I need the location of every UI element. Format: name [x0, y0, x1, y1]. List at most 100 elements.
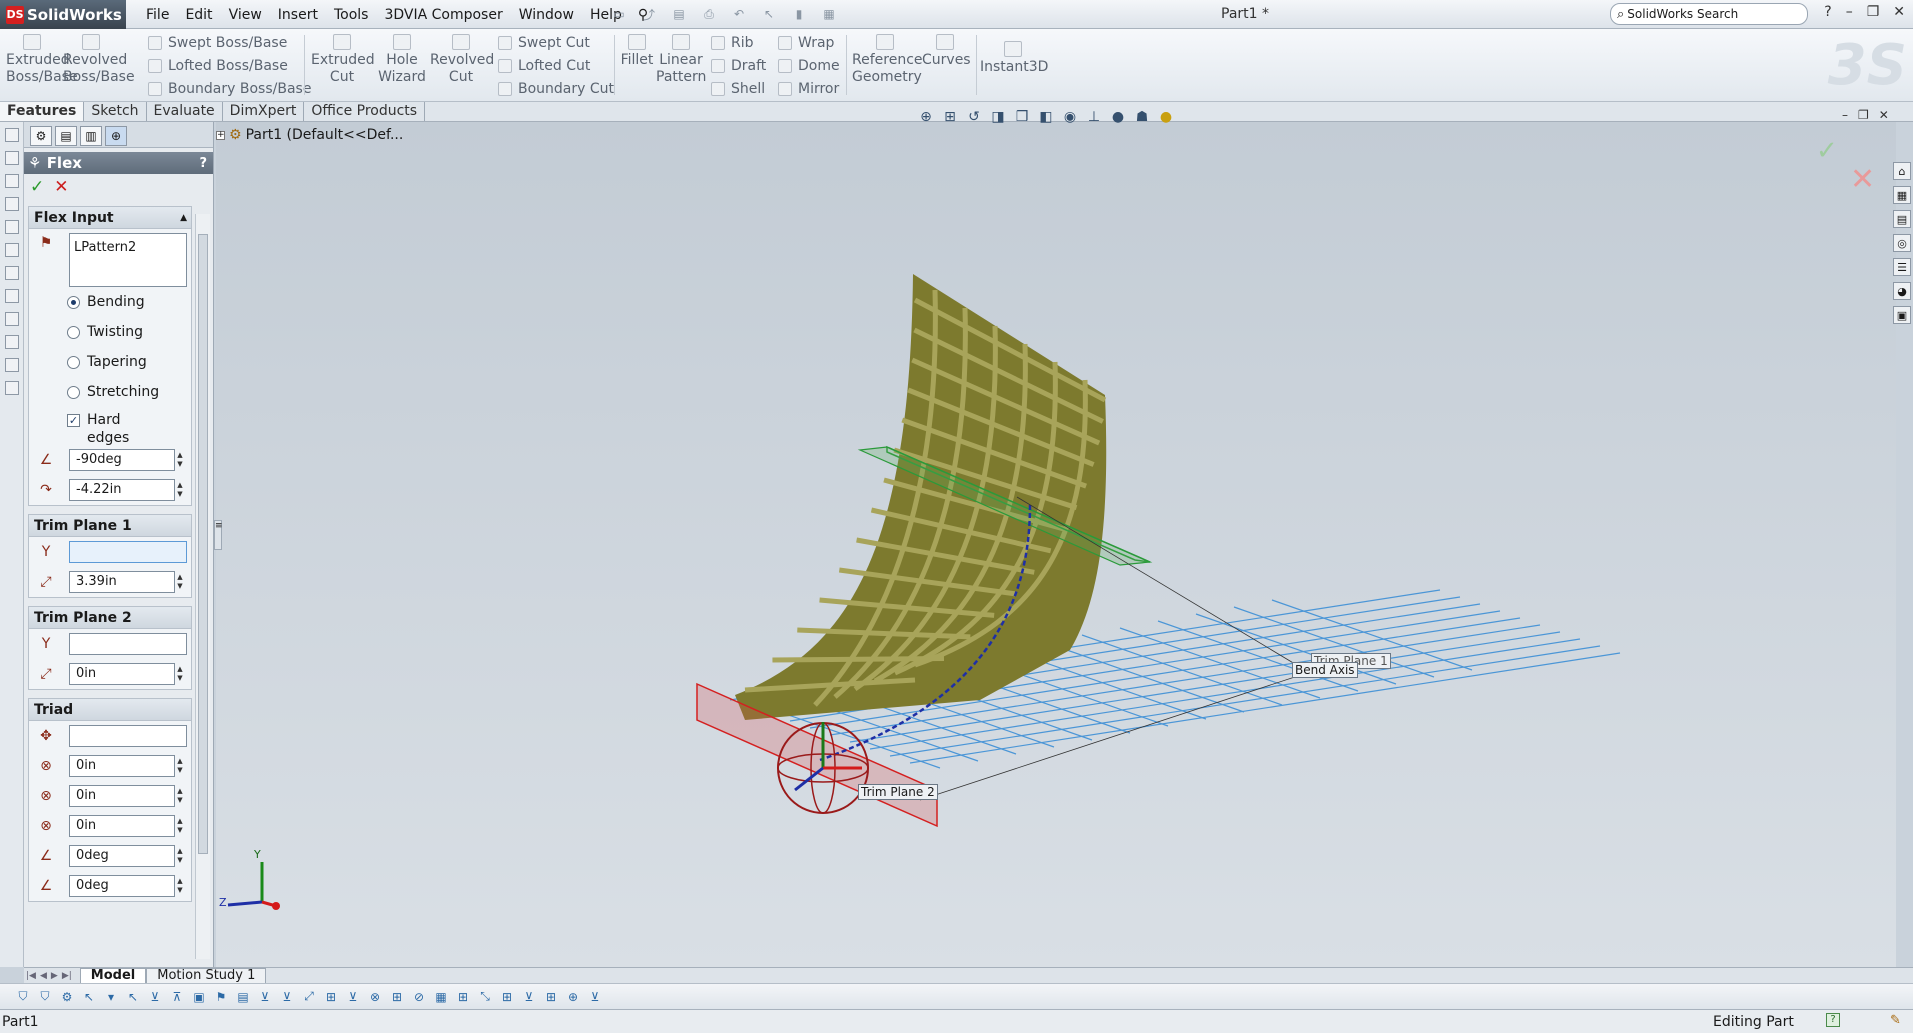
display-style-icon[interactable]: ◧: [1036, 108, 1056, 126]
configuration-manager-tab-icon[interactable]: ▥: [80, 126, 102, 146]
filter-icon[interactable]: ⛉: [14, 988, 32, 1006]
option-twisting[interactable]: Twisting: [29, 317, 191, 347]
tab-nav-next-icon[interactable]: ▶: [49, 971, 60, 981]
collapse-icon[interactable]: ▲: [180, 213, 187, 223]
menu-view[interactable]: View: [221, 7, 270, 23]
dome-button[interactable]: Dome: [778, 55, 840, 77]
triad-rot-x-input[interactable]: 0deg: [69, 845, 175, 867]
feature-icon[interactable]: [4, 220, 19, 234]
tool-icon[interactable]: ⤡: [476, 988, 494, 1006]
tool-icon[interactable]: ⊘: [410, 988, 428, 1006]
dimxpert-manager-tab-icon[interactable]: ⊕: [105, 126, 127, 146]
tab-evaluate[interactable]: Evaluate: [147, 102, 223, 121]
tab-office-products[interactable]: Office Products: [304, 102, 426, 121]
feature-icon[interactable]: [4, 289, 19, 303]
angle-spinner[interactable]: ▲ ▼: [175, 451, 185, 469]
tool-icon[interactable]: ⊻: [520, 988, 538, 1006]
swept-boss-button[interactable]: Swept Boss/Base: [148, 32, 287, 54]
hard-edges-checkbox[interactable]: ✓: [67, 414, 80, 427]
pm-splitter[interactable]: ≡: [214, 520, 223, 550]
hole-wizard-button[interactable]: Hole Wizard: [378, 34, 426, 86]
feature-icon[interactable]: [4, 335, 19, 349]
undo-icon[interactable]: ↶: [726, 4, 752, 24]
menu-tools[interactable]: Tools: [326, 7, 377, 23]
menu-window[interactable]: Window: [511, 7, 582, 23]
tool-icon[interactable]: ⊻: [586, 988, 604, 1006]
menu-3dvia-composer[interactable]: 3DVIA Composer: [376, 7, 510, 23]
tab-nav-prev-icon[interactable]: ◀: [38, 971, 49, 981]
file-explorer-icon[interactable]: ▤: [1893, 210, 1911, 228]
tool-icon[interactable]: ⊞: [542, 988, 560, 1006]
radius-input[interactable]: -4.22in: [69, 479, 175, 501]
bend-axis-callout[interactable]: Bend Axis: [1292, 662, 1358, 678]
view-palette-icon[interactable]: ☰: [1893, 258, 1911, 276]
tool-icon[interactable]: ⊼: [168, 988, 186, 1006]
rebuild-icon[interactable]: ▮: [786, 4, 812, 24]
tool-icon[interactable]: ↖: [124, 988, 142, 1006]
tab-sketch[interactable]: Sketch: [84, 102, 147, 121]
selection-filter-icon[interactable]: ⚙: [58, 988, 76, 1006]
swept-cut-button[interactable]: Swept Cut: [498, 32, 590, 54]
options-icon[interactable]: ▦: [816, 4, 842, 24]
search-results-icon[interactable]: ◎: [1893, 234, 1911, 252]
tool-icon[interactable]: ⊞: [498, 988, 516, 1006]
lofted-cut-button[interactable]: Lofted Cut: [498, 55, 590, 77]
view-settings-icon[interactable]: ☗: [1132, 108, 1152, 126]
option-bending[interactable]: Bending: [29, 287, 191, 317]
section-view-icon[interactable]: ◨: [988, 108, 1008, 126]
revolved-boss-button[interactable]: Revolved Boss/Base: [63, 34, 135, 86]
feature-icon[interactable]: [4, 128, 19, 142]
custom-properties-icon[interactable]: ▣: [1893, 306, 1911, 324]
tool-icon[interactable]: ⊞: [388, 988, 406, 1006]
trim-plane-2-distance-input[interactable]: 0in: [69, 663, 175, 685]
triad-x-input[interactable]: 0in: [69, 755, 175, 777]
feature-icon[interactable]: [4, 151, 19, 165]
feature-icon[interactable]: [4, 266, 19, 280]
menu-edit[interactable]: Edit: [177, 7, 220, 23]
lofted-boss-button[interactable]: Lofted Boss/Base: [148, 55, 288, 77]
rebuild-status-icon[interactable]: ?: [1826, 1013, 1840, 1027]
expand-icon[interactable]: +: [216, 130, 225, 140]
boundary-boss-button[interactable]: Boundary Boss/Base: [148, 78, 311, 100]
trim-plane-2-spinner[interactable]: ▲ ▼: [175, 665, 185, 683]
tab-motion-study-1[interactable]: Motion Study 1: [146, 968, 267, 983]
tool-icon[interactable]: ⊕: [564, 988, 582, 1006]
print-icon[interactable]: ⎙: [696, 4, 722, 24]
pm-scrollbar[interactable]: [195, 214, 210, 959]
menu-insert[interactable]: Insert: [270, 7, 326, 23]
previous-view-icon[interactable]: ↺: [964, 108, 984, 126]
triad-header[interactable]: Triad: [29, 699, 191, 721]
triad-y-input[interactable]: 0in: [69, 785, 175, 807]
feature-icon[interactable]: [4, 174, 19, 188]
tool-icon[interactable]: ⊻: [256, 988, 274, 1006]
radio-stretching[interactable]: [67, 385, 80, 399]
feature-icon[interactable]: [4, 243, 19, 257]
feature-icon[interactable]: [4, 197, 19, 211]
revolved-cut-button[interactable]: Revolved Cut: [430, 34, 494, 86]
ok-button[interactable]: ✓: [30, 177, 44, 197]
tool-icon[interactable]: ⊻: [278, 988, 296, 1006]
zoom-to-area-icon[interactable]: ⊞: [940, 108, 960, 126]
tab-features[interactable]: Features: [0, 102, 85, 121]
trim-plane-1-spinner[interactable]: ▲ ▼: [175, 573, 185, 591]
select-arrow-icon[interactable]: ↖: [80, 988, 98, 1006]
tool-icon[interactable]: ⤢: [300, 988, 318, 1006]
minimize-icon[interactable]: –: [1846, 4, 1853, 20]
realview-icon[interactable]: ●: [1156, 108, 1176, 126]
doc-restore-icon[interactable]: ❐: [1858, 108, 1869, 122]
radius-spinner[interactable]: ▲ ▼: [175, 481, 185, 499]
triad-z-input[interactable]: 0in: [69, 815, 175, 837]
new-document-icon[interactable]: ▭: [606, 4, 632, 24]
save-icon[interactable]: ▤: [666, 4, 692, 24]
tool-icon[interactable]: ⊗: [366, 988, 384, 1006]
option-stretching[interactable]: Stretching: [29, 377, 191, 407]
feature-icon[interactable]: [4, 381, 19, 395]
confirm-corner-ok-icon[interactable]: ✓: [1816, 136, 1838, 166]
appearances-icon[interactable]: ◕: [1893, 282, 1911, 300]
wrap-button[interactable]: Wrap: [778, 32, 834, 54]
customize-icon[interactable]: ✎: [1890, 1013, 1901, 1028]
linear-pattern-button[interactable]: Linear Pattern: [656, 34, 706, 86]
trim-plane-2-reference-input[interactable]: [69, 633, 187, 655]
feature-icon[interactable]: [4, 312, 19, 326]
feature-tree-flyout[interactable]: + ⚙ Part1 (Default<<Def...: [216, 127, 403, 143]
